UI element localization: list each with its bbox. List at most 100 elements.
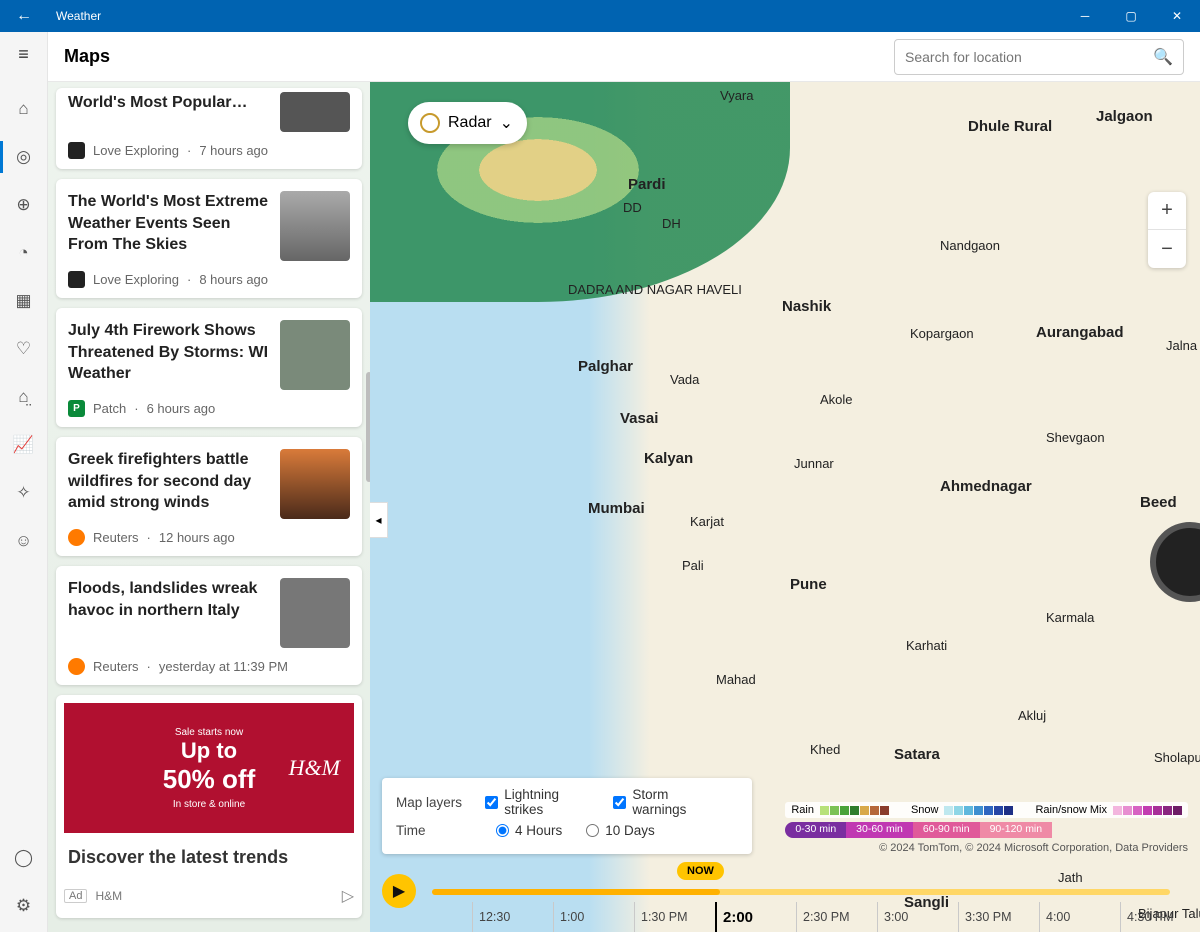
timeline-tick[interactable]: 2:00 — [715, 902, 796, 932]
ad-menu-icon[interactable]: ▷ — [342, 886, 354, 906]
publisher-icon: P — [68, 400, 85, 417]
storm-checkbox[interactable]: Storm warnings — [613, 787, 714, 817]
ad-banner: Sale starts now Up to 50% off In store &… — [64, 703, 354, 833]
timeline-tick[interactable]: 3:00 — [877, 902, 958, 932]
minimize-button[interactable]: ─ — [1062, 0, 1108, 32]
publisher-icon — [68, 142, 85, 159]
news-card[interactable]: Greek firefighters battle wildfires for … — [56, 437, 362, 556]
time-10days-radio[interactable]: 10 Days — [586, 823, 655, 838]
back-button[interactable]: ← — [0, 7, 48, 25]
nav-feedback-icon[interactable]: ☺ — [0, 529, 48, 553]
timeline-tick[interactable]: 1:00 — [553, 902, 634, 932]
city-label: Aurangabad — [1036, 324, 1124, 341]
top-bar: Maps 🔍 — [48, 32, 1200, 82]
city-label: Jalna — [1166, 338, 1197, 353]
maximize-button[interactable]: ▢ — [1108, 0, 1154, 32]
city-label: Akluj — [1018, 708, 1046, 723]
city-label: Mumbai — [588, 500, 645, 517]
chevron-down-icon: ⌄ — [500, 113, 513, 133]
hamburger-icon[interactable]: ≡ — [18, 44, 29, 65]
ad-caption: Discover the latest trends — [68, 847, 350, 868]
timeline-tick[interactable]: 12:30 — [472, 902, 553, 932]
news-card[interactable]: World's Most Popular… Love Exploring · 7… — [56, 88, 362, 169]
news-thumb — [280, 92, 350, 132]
city-label: Sholapur — [1154, 750, 1200, 765]
city-label: Nashik — [782, 298, 831, 315]
nav-maps-icon[interactable]: ◎ — [0, 145, 48, 169]
news-card[interactable]: Floods, landslides wreak havoc in northe… — [56, 566, 362, 685]
city-label: Kopargaon — [910, 326, 974, 341]
ad-card[interactable]: Sale starts now Up to 50% off In store &… — [56, 695, 362, 918]
map-layers-panel: Map layers Lightning strikes Storm warni… — [382, 778, 752, 854]
time-4hours-radio[interactable]: 4 Hours — [496, 823, 562, 838]
timeline-tick[interactable]: 4:30 PM — [1120, 902, 1200, 932]
city-label: DADRA AND NAGAR HAVELI — [568, 282, 742, 297]
timeline-tick[interactable]: 3:30 PM — [958, 902, 1039, 932]
city-label: Vasai — [620, 410, 658, 427]
city-label: Nandgaon — [940, 238, 1000, 253]
timeline-tick[interactable]: 4:00 — [1039, 902, 1120, 932]
ad-tag: Ad — [64, 889, 87, 903]
timeline-track[interactable] — [432, 889, 1170, 895]
news-headline: The World's Most Extreme Weather Events … — [68, 191, 270, 261]
city-label: Vyara — [720, 88, 753, 103]
layer-select-button[interactable]: Radar ⌄ — [408, 102, 527, 144]
nav-forecast-icon[interactable]: ⌂ — [0, 97, 48, 121]
search-input[interactable] — [905, 49, 1153, 65]
search-icon[interactable]: 🔍 — [1153, 47, 1173, 67]
timeline: ▶ NOW 12:301:001:30 PM2:002:30 PM3:003:3… — [382, 866, 1200, 932]
news-headline: Floods, landslides wreak havoc in northe… — [68, 578, 270, 648]
city-label: Dhule Rural — [968, 118, 1052, 135]
close-button[interactable]: ✕ — [1154, 0, 1200, 32]
nav-pollen-icon[interactable]: ♡ — [0, 337, 48, 361]
search-box[interactable]: 🔍 — [894, 39, 1184, 75]
publisher-icon — [68, 271, 85, 288]
app-title: Weather — [48, 9, 101, 23]
collapse-news-button[interactable]: ◂ — [370, 502, 388, 538]
city-label: Karhati — [906, 638, 947, 653]
title-bar: ← Weather ─ ▢ ✕ — [0, 0, 1200, 32]
lightning-checkbox[interactable]: Lightning strikes — [485, 787, 589, 817]
nav-account-icon[interactable]: ◯ — [0, 846, 48, 870]
zoom-out-button[interactable]: − — [1148, 230, 1186, 268]
city-label: Karmala — [1046, 610, 1094, 625]
map-legend: Rain Snow Rain/snow Mix 0-30 min30-60 mi… — [785, 802, 1188, 854]
city-label: Shevgaon — [1046, 430, 1105, 445]
radar-icon — [420, 113, 440, 133]
city-label: DH — [662, 216, 681, 231]
news-card[interactable]: July 4th Firework Shows Threatened By St… — [56, 308, 362, 427]
timeline-tick[interactable]: 1:30 PM — [634, 902, 715, 932]
nav-monthly-icon[interactable]: ▦ — [0, 289, 48, 313]
city-label: Pune — [790, 576, 827, 593]
zoom-control: + − — [1148, 192, 1186, 268]
publisher-icon — [68, 529, 85, 546]
map-attribution: © 2024 TomTom, © 2024 Microsoft Corporat… — [785, 842, 1188, 854]
city-label: Kalyan — [644, 450, 693, 467]
play-button[interactable]: ▶ — [382, 874, 416, 908]
city-label: Palghar — [578, 358, 633, 375]
city-label: Karjat — [690, 514, 724, 529]
city-label: Mahad — [716, 672, 756, 687]
nav-hourly-icon[interactable]: ◔ — [0, 241, 48, 265]
news-thumb — [280, 191, 350, 261]
nav-life-icon[interactable]: ⌂̤ — [0, 385, 48, 409]
city-label: Pardi — [628, 176, 666, 193]
timeline-tick[interactable]: 2:30 PM — [796, 902, 877, 932]
nav-settings-icon[interactable]: ⚙ — [0, 894, 48, 918]
zoom-in-button[interactable]: + — [1148, 192, 1186, 230]
city-label: Ahmednagar — [940, 478, 1032, 495]
publisher-icon — [68, 658, 85, 675]
nav-trends-icon[interactable]: 📈 — [0, 433, 48, 457]
news-card[interactable]: The World's Most Extreme Weather Events … — [56, 179, 362, 298]
nav-3d-icon[interactable]: ⊕ — [0, 193, 48, 217]
news-headline: Greek firefighters battle wildfires for … — [68, 449, 270, 519]
city-label: Satara — [894, 746, 940, 763]
city-label: Vada — [670, 372, 699, 387]
map-canvas[interactable]: VyaraDhule RuralJalgaonPardiDDDHNandgaon… — [370, 82, 1200, 932]
news-headline: July 4th Firework Shows Threatened By St… — [68, 320, 270, 390]
news-thumb — [280, 320, 350, 390]
nav-favorites-icon[interactable]: ✧ — [0, 481, 48, 505]
nav-rail: ≡ ⌂ ◎ ⊕ ◔ ▦ ♡ ⌂̤ 📈 ✧ ☺ ◯ ⚙ — [0, 32, 48, 932]
now-indicator: NOW — [677, 862, 724, 880]
ad-brand-logo: H&M — [289, 755, 340, 781]
